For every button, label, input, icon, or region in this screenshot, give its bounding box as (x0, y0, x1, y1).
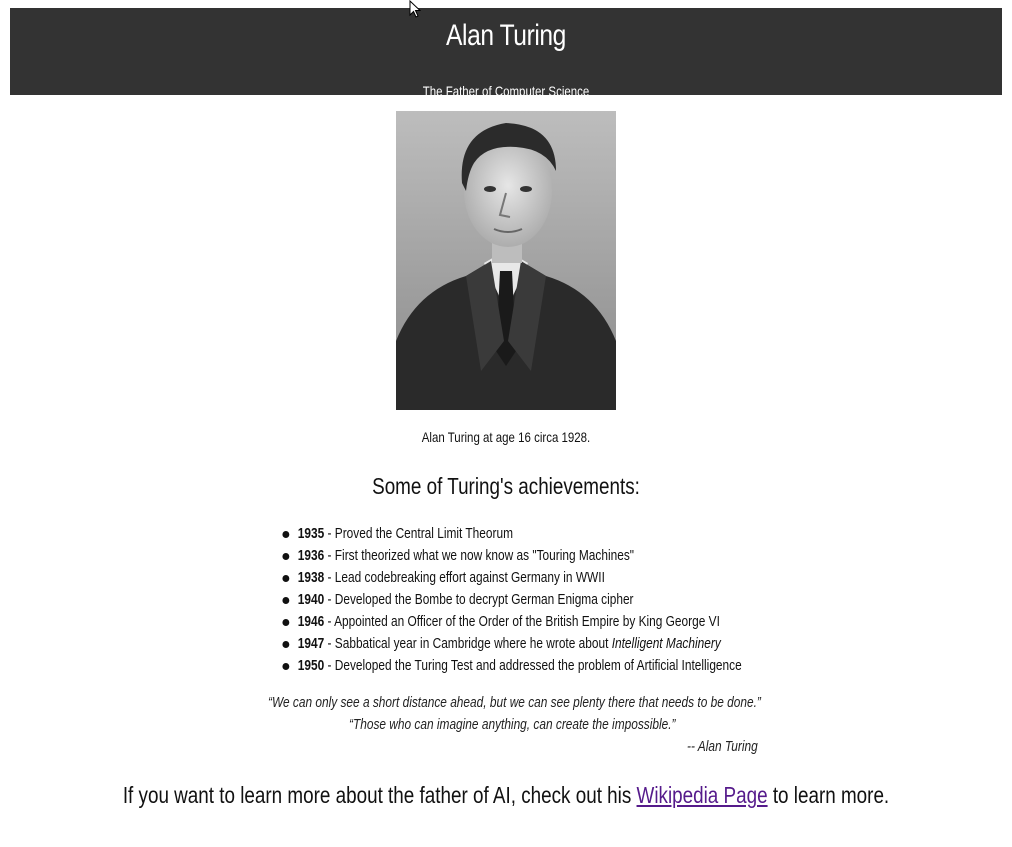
page-subtitle: The Father of Computer Science (422, 83, 590, 99)
achievement-italic-title: Intelligent Machinery (611, 636, 721, 652)
learn-more-after: to learn more. (767, 782, 890, 808)
list-item: 1946 - Appointed an Officer of the Order… (283, 611, 742, 633)
achievements-list: 1935 - Proved the Central Limit Theorum … (283, 523, 742, 677)
quote-1: “We can only see a short distance ahead,… (268, 695, 761, 711)
achievement-text: - First theorized what we now know as "T… (324, 548, 635, 564)
list-item: 1950 - Developed the Turing Test and add… (283, 655, 742, 677)
achievement-text: - Developed the Bombe to decrypt German … (324, 592, 634, 608)
achievements-heading: Some of Turing's achievements: (372, 473, 640, 499)
achievement-text: - Proved the Central Limit Theorum (324, 526, 513, 542)
list-item: 1940 - Developed the Bombe to decrypt Ge… (283, 589, 742, 611)
list-item: 1947 - Sabbatical year in Cambridge wher… (283, 633, 742, 655)
page-header: Alan Turing The Father of Computer Scien… (10, 8, 1002, 99)
learn-more-before: If you want to learn more about the fath… (122, 782, 637, 808)
turing-portrait-image (396, 111, 616, 410)
list-item: 1935 - Proved the Central Limit Theorum (283, 523, 742, 545)
wikipedia-link[interactable]: Wikipedia Page (637, 782, 768, 808)
list-item: 1936 - First theorized what we now know … (283, 545, 742, 567)
achievement-year: 1935 (297, 526, 325, 542)
image-caption: Alan Turing at age 16 circa 1928. (421, 429, 591, 445)
achievement-text: - Developed the Turing Test and addresse… (324, 658, 742, 674)
quote-2: “Those who can imagine anything, can cre… (349, 717, 676, 733)
achievement-year: 1936 (297, 548, 325, 564)
achievement-text: - Lead codebreaking effort against Germa… (324, 570, 605, 586)
achievement-text: - Appointed an Officer of the Order of t… (324, 614, 720, 630)
mouse-cursor-icon (409, 0, 421, 18)
list-item: 1938 - Lead codebreaking effort against … (283, 567, 742, 589)
achievement-year: 1946 (297, 614, 325, 630)
achievement-year: 1940 (297, 592, 325, 608)
achievement-year: 1950 (297, 658, 325, 674)
achievement-year: 1938 (297, 570, 325, 586)
achievement-text: - Sabbatical year in Cambridge where he … (324, 636, 612, 652)
quote-attribution: -- Alan Turing (687, 739, 758, 755)
page-title: Alan Turing (446, 19, 566, 52)
tribute-page: Alan Turing The Father of Computer Scien… (0, 0, 1012, 847)
achievement-year: 1947 (297, 636, 325, 652)
learn-more-text: If you want to learn more about the fath… (91, 780, 921, 810)
